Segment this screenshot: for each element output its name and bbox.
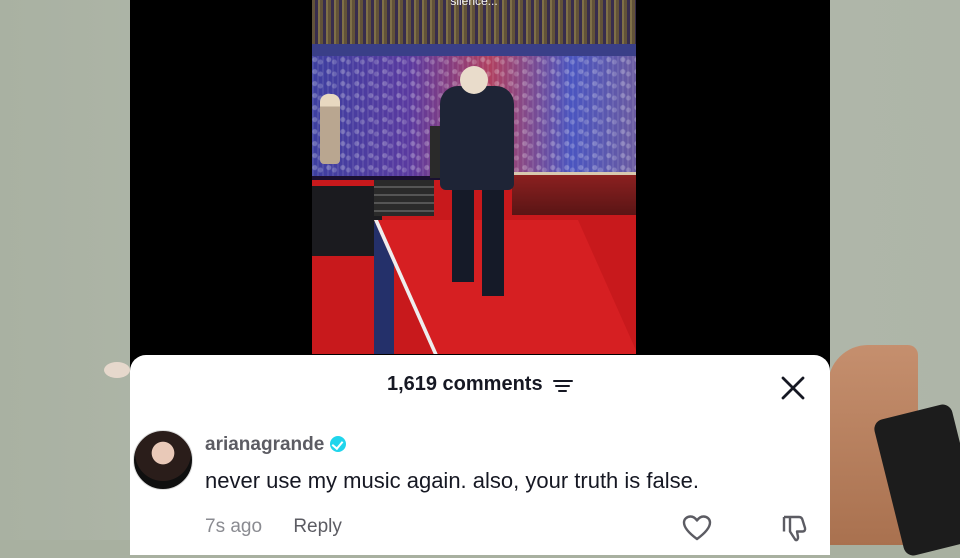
filter-lines-icon[interactable] bbox=[553, 378, 574, 394]
comment-username[interactable]: arianagrande bbox=[205, 434, 347, 456]
comment-meta: 7s ago Reply bbox=[205, 516, 342, 538]
reply-button[interactable]: Reply bbox=[293, 516, 342, 537]
stage-side bbox=[312, 186, 382, 256]
heart-outline-icon[interactable] bbox=[682, 514, 712, 542]
man-leg-right bbox=[482, 186, 504, 296]
woman-figure bbox=[320, 94, 340, 164]
man-figure bbox=[440, 86, 514, 190]
comment-count: 1,619 comments bbox=[386, 373, 543, 395]
man-leg-left bbox=[452, 186, 474, 282]
username-text: arianagrande bbox=[205, 434, 325, 455]
video-player[interactable]: silence... bbox=[312, 0, 636, 354]
close-x-icon[interactable] bbox=[780, 375, 806, 401]
comments-header: 1,619 comments bbox=[130, 373, 830, 396]
comment-text: never use my music again. also, your tru… bbox=[205, 468, 699, 493]
avatar[interactable] bbox=[133, 430, 193, 490]
comment-item: arianagrande never use my music again. a… bbox=[130, 430, 830, 555]
comments-sheet: 1,619 comments arianagrande never use my… bbox=[130, 355, 830, 555]
stage-stairs bbox=[374, 180, 434, 216]
fingernail bbox=[104, 362, 130, 378]
balcony-rail bbox=[312, 44, 636, 56]
comment-timestamp: 7s ago bbox=[205, 516, 263, 537]
verified-badge-icon bbox=[330, 436, 347, 452]
video-caption: silence... bbox=[450, 0, 498, 8]
thumbs-down-outline-icon[interactable] bbox=[780, 514, 810, 542]
man-head bbox=[460, 66, 488, 94]
stage-edge bbox=[512, 172, 636, 215]
